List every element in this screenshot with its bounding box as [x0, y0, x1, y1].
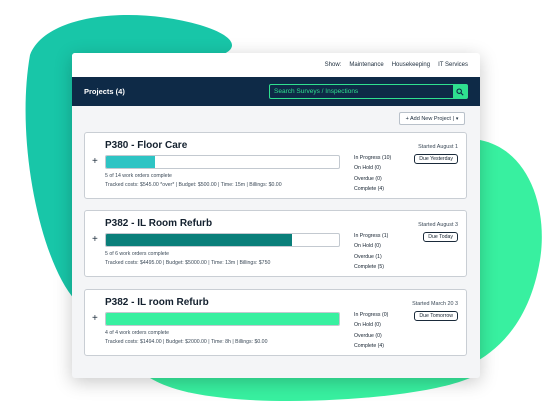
project-title: P380 - Floor Care	[105, 140, 188, 151]
status-complete[interactable]: Complete (4)	[354, 184, 391, 194]
work-orders-summary: 4 of 4 work orders complete	[105, 330, 170, 336]
progress-bar	[105, 155, 340, 169]
project-card[interactable]: + P382 - IL room Refurb 4 of 4 work orde…	[84, 289, 467, 356]
expand-plus-icon[interactable]: +	[92, 156, 98, 167]
toolbar: + Add New Project | ▾	[72, 106, 480, 132]
tracked-costs: Tracked costs: $1494.00 | Budget: $2000.…	[105, 339, 268, 345]
expand-plus-icon[interactable]: +	[92, 234, 98, 245]
status-on-hold[interactable]: On Hold (0)	[354, 320, 388, 330]
tracked-costs: Tracked costs: $545.00 *over* | Budget: …	[105, 182, 282, 188]
app-window: Show: Maintenance Housekeeping IT Servic…	[72, 53, 480, 378]
search-input[interactable]	[270, 85, 453, 98]
progress-bar-fill	[106, 313, 339, 325]
search-icon	[456, 87, 464, 96]
add-new-project-button[interactable]: + Add New Project | ▾	[399, 112, 465, 125]
page-title: Projects (4)	[84, 87, 125, 96]
search-button[interactable]	[453, 85, 467, 98]
show-label: Show:	[324, 62, 342, 68]
progress-bar-fill	[106, 156, 155, 168]
expand-plus-icon[interactable]: +	[92, 313, 98, 324]
progress-bar	[105, 312, 340, 326]
status-overdue[interactable]: Overdue (0)	[354, 331, 388, 341]
nav-link-housekeeping[interactable]: Housekeeping	[392, 62, 430, 68]
status-overdue[interactable]: Overdue (1)	[354, 252, 388, 262]
search-box	[269, 84, 468, 99]
work-orders-summary: 5 of 14 work orders complete	[105, 173, 172, 179]
project-card[interactable]: + P382 - IL Room Refurb 5 of 6 work orde…	[84, 210, 467, 277]
project-title: P382 - IL Room Refurb	[105, 218, 213, 229]
started-date: Started March 20 3	[412, 301, 458, 307]
nav-link-maintenance[interactable]: Maintenance	[349, 62, 383, 68]
due-badge[interactable]: Due Today	[423, 232, 458, 242]
started-date: Started August 1	[418, 144, 458, 150]
progress-bar-fill	[106, 234, 293, 246]
status-list: In Progress (10) On Hold (0) Overdue (0)…	[354, 153, 391, 194]
top-nav: Show: Maintenance Housekeeping IT Servic…	[72, 53, 480, 77]
status-in-progress[interactable]: In Progress (1)	[354, 231, 388, 241]
status-list: In Progress (0) On Hold (0) Overdue (0) …	[354, 310, 388, 351]
status-complete[interactable]: Complete (4)	[354, 341, 388, 351]
status-overdue[interactable]: Overdue (0)	[354, 174, 391, 184]
work-orders-summary: 5 of 6 work orders complete	[105, 251, 170, 257]
status-in-progress[interactable]: In Progress (0)	[354, 310, 388, 320]
started-date: Started August 3	[418, 222, 458, 228]
status-complete[interactable]: Complete (5)	[354, 262, 388, 272]
due-badge[interactable]: Due Yesterday	[414, 154, 458, 164]
projects-header: Projects (4)	[72, 77, 480, 106]
project-title: P382 - IL room Refurb	[105, 297, 209, 308]
status-on-hold[interactable]: On Hold (0)	[354, 241, 388, 251]
add-new-project-label: + Add New Project |	[405, 115, 454, 122]
due-badge[interactable]: Due Tomorrow	[414, 311, 458, 321]
status-list: In Progress (1) On Hold (0) Overdue (1) …	[354, 231, 388, 272]
status-on-hold[interactable]: On Hold (0)	[354, 163, 391, 173]
tracked-costs: Tracked costs: $4495.00 | Budget: $5000.…	[105, 260, 271, 266]
nav-link-it-services[interactable]: IT Services	[438, 62, 468, 68]
progress-bar	[105, 233, 340, 247]
status-in-progress[interactable]: In Progress (10)	[354, 153, 391, 163]
chevron-down-icon: ▾	[455, 115, 459, 122]
project-card[interactable]: + P380 - Floor Care 5 of 14 work orders …	[84, 132, 467, 199]
